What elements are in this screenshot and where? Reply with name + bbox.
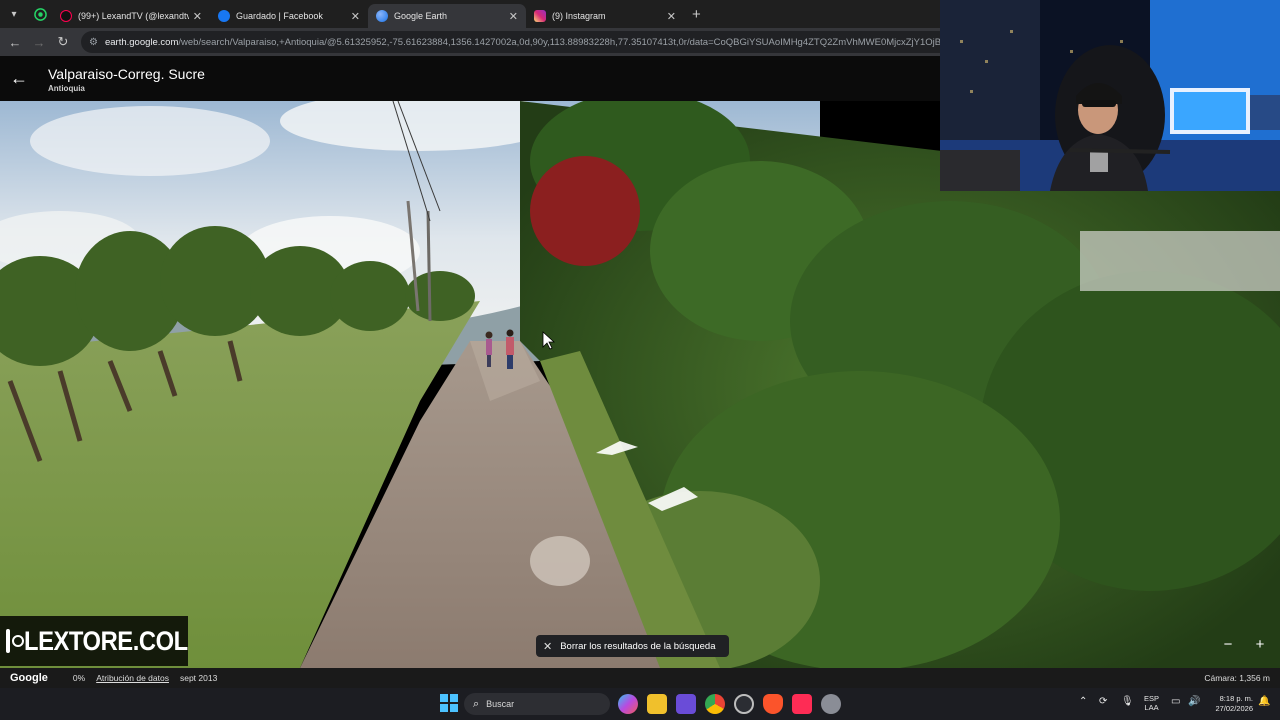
volume-icon[interactable]: 🔊 bbox=[1188, 696, 1200, 707]
whatsapp-icon bbox=[33, 7, 47, 21]
system-clock[interactable]: 8:18 p. m. 27/02/2026 bbox=[1205, 694, 1253, 714]
tab-strip: ▾ (99+) LexandTV (@lexandtv) | Ti ✕ Guar… bbox=[0, 0, 940, 28]
reload-icon[interactable]: ↻ bbox=[51, 34, 75, 50]
close-tab-icon[interactable]: ✕ bbox=[193, 10, 202, 23]
imagery-date: sept 2013 bbox=[179, 673, 218, 683]
chrome-icon[interactable] bbox=[705, 694, 725, 714]
clock-time: 8:18 p. m. bbox=[1219, 694, 1253, 703]
network-icon[interactable]: ▭ bbox=[1171, 696, 1180, 707]
search-placeholder: Buscar bbox=[486, 699, 515, 709]
lang-code: ESP bbox=[1144, 694, 1160, 703]
tab-title: (99+) LexandTV (@lexandtv) | Ti bbox=[78, 11, 189, 21]
chevron-up-icon[interactable]: ⌃ bbox=[1079, 696, 1087, 707]
tab-title: (9) Instagram bbox=[552, 11, 606, 21]
tiktok-icon[interactable] bbox=[792, 694, 812, 714]
data-attribution-link[interactable]: Atribución de datos bbox=[96, 673, 169, 683]
tiktok-icon bbox=[60, 10, 72, 22]
webcam-image bbox=[940, 0, 1280, 191]
earth-header: ← Valparaiso-Correg. Sucre Antioquia bbox=[0, 56, 940, 101]
tab-tiktok[interactable]: (99+) LexandTV (@lexandtv) | Ti ✕ bbox=[52, 4, 210, 28]
clock-date: 27/02/2026 bbox=[1215, 704, 1253, 713]
back-arrow-icon[interactable]: ← bbox=[3, 35, 27, 50]
input-language[interactable]: ESP LAA bbox=[1144, 694, 1159, 712]
url-path: /web/search/Valparaiso,+Antioquia/@5.613… bbox=[178, 36, 940, 48]
close-tab-icon[interactable]: ✕ bbox=[509, 10, 518, 23]
clear-search-results-button[interactable]: ✕ Borrar los resultados de la búsqueda bbox=[536, 635, 729, 657]
tab-search-chevron-icon[interactable]: ▾ bbox=[0, 0, 28, 28]
sync-icon[interactable]: ⟳ bbox=[1099, 696, 1107, 707]
windows-start-icon[interactable] bbox=[440, 694, 460, 714]
settings-gear-icon[interactable] bbox=[821, 694, 841, 714]
tab-instagram[interactable]: (9) Instagram ✕ bbox=[526, 4, 684, 28]
close-tab-icon[interactable]: ✕ bbox=[351, 10, 360, 23]
webcam-overlay bbox=[940, 0, 1280, 191]
clear-search-label: Borrar los resultados de la búsqueda bbox=[560, 640, 716, 652]
tab-title: Guardado | Facebook bbox=[236, 11, 323, 21]
camera-altitude: Cámara: 1,356 m bbox=[1204, 673, 1270, 683]
instagram-icon bbox=[6, 629, 24, 653]
search-icon: ⌕ bbox=[473, 697, 480, 710]
exit-streetview-arrow-icon[interactable]: ← bbox=[10, 68, 28, 89]
site-info-icon[interactable]: ⚙ bbox=[89, 37, 98, 48]
load-percent: 0% bbox=[72, 673, 86, 683]
place-subtitle: Antioquia bbox=[48, 84, 85, 93]
taskbar: ⌕ Buscar ⌃ ⟳ 🎙 ESP LAA ▭ 🔊 8:18 p. m. 27… bbox=[0, 688, 1280, 720]
microphone-icon[interactable]: 🎙 bbox=[1121, 696, 1134, 707]
obs-icon[interactable] bbox=[734, 694, 754, 714]
google-logo: Google bbox=[10, 672, 48, 684]
watermark-text: LEXTORE.COL bbox=[24, 625, 188, 656]
whatsapp-pinned-tab[interactable] bbox=[28, 0, 52, 28]
brave-icon[interactable] bbox=[763, 694, 783, 714]
lang-layout: LAA bbox=[1144, 703, 1159, 712]
google-earth-icon bbox=[376, 10, 388, 22]
facebook-icon bbox=[218, 10, 230, 22]
file-explorer-icon[interactable] bbox=[647, 694, 667, 714]
zoom-controls: − + bbox=[1216, 634, 1272, 654]
instagram-icon bbox=[534, 10, 546, 22]
taskbar-search[interactable]: ⌕ Buscar bbox=[464, 693, 610, 715]
zoom-in-button[interactable]: + bbox=[1248, 636, 1272, 653]
url-host: earth.google.com bbox=[104, 36, 179, 48]
zoom-out-button[interactable]: − bbox=[1216, 636, 1240, 653]
close-icon: ✕ bbox=[543, 640, 553, 653]
tab-google-earth[interactable]: Google Earth ✕ bbox=[368, 4, 526, 28]
address-bar[interactable]: ⚙ earth.google.com/web/search/Valparaiso… bbox=[81, 31, 940, 53]
screen: ▾ (99+) LexandTV (@lexandtv) | Ti ✕ Guar… bbox=[0, 0, 1280, 720]
tab-title: Google Earth bbox=[394, 11, 448, 21]
forward-arrow-icon[interactable]: → bbox=[27, 35, 51, 50]
earth-status-bar: Google 0% Atribución de datos sept 2013 … bbox=[0, 668, 1280, 688]
close-tab-icon[interactable]: ✕ bbox=[667, 10, 676, 23]
app-icon[interactable] bbox=[676, 694, 696, 714]
tab-facebook[interactable]: Guardado | Facebook ✕ bbox=[210, 4, 368, 28]
notification-bell-icon[interactable]: 🔔 bbox=[1258, 696, 1270, 707]
new-tab-plus-icon[interactable]: + bbox=[692, 6, 701, 23]
place-title: Valparaiso-Correg. Sucre bbox=[48, 66, 205, 82]
toolbar: ← → ↻ ⚙ earth.google.com/web/search/Valp… bbox=[0, 28, 940, 56]
copilot-icon[interactable] bbox=[618, 694, 638, 714]
instagram-watermark: LEXTORE.COL bbox=[0, 616, 188, 666]
